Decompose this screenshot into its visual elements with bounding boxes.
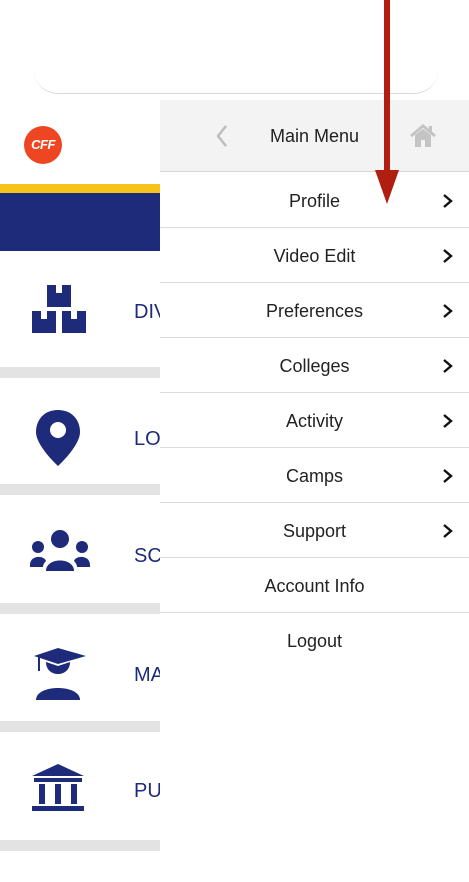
- graduate-icon: [34, 648, 86, 700]
- nav-item-ma[interactable]: MA: [0, 614, 160, 714]
- menu-item-label: Colleges: [279, 356, 350, 376]
- menu-item-label: Activity: [285, 411, 343, 431]
- nav-item-label: PUI: [134, 780, 160, 802]
- separator: [0, 367, 160, 378]
- chevron-right-icon: [443, 359, 453, 373]
- separator: [0, 840, 160, 851]
- institution-icon: [32, 764, 84, 811]
- chevron-right-icon: [443, 304, 453, 318]
- menu-header: Main Menu: [160, 100, 469, 172]
- chevron-right-icon: [443, 194, 453, 208]
- nav-item-label: DIV: [134, 301, 160, 323]
- cff-logo: CFF: [24, 126, 62, 164]
- nav-item-loc[interactable]: LOC: [0, 378, 160, 478]
- annotation-arrow-icon: [375, 0, 399, 204]
- menu-item-activity[interactable]: Activity: [160, 393, 469, 448]
- menu-item-logout[interactable]: Logout: [160, 613, 469, 668]
- menu-item-label: Logout: [286, 631, 343, 651]
- background-page: CFF DIV LOC SCH: [0, 100, 160, 882]
- separator: [0, 603, 160, 614]
- navy-banner: [0, 193, 160, 251]
- chevron-right-icon: [443, 414, 453, 428]
- users-group-icon: [30, 530, 90, 571]
- nav-item-pui[interactable]: PUI: [0, 730, 160, 830]
- boxes-icon: [32, 285, 86, 333]
- menu-item-profile[interactable]: Profile: [160, 173, 469, 228]
- chevron-right-icon: [443, 469, 453, 483]
- menu-item-label: Support: [282, 521, 347, 541]
- menu-item-label: Profile: [288, 191, 341, 211]
- separator: [0, 484, 160, 495]
- menu-item-support[interactable]: Support: [160, 503, 469, 558]
- menu-item-account-info[interactable]: Account Info: [160, 558, 469, 613]
- menu-item-preferences[interactable]: Preferences: [160, 283, 469, 338]
- menu-item-colleges[interactable]: Colleges: [160, 338, 469, 393]
- menu-item-label: Preferences: [265, 301, 364, 321]
- nav-item-label: LOC: [134, 428, 160, 450]
- logo-row: CFF: [0, 100, 160, 184]
- yellow-accent-bar: [0, 184, 160, 193]
- menu-item-label: Account Info: [264, 576, 365, 596]
- nav-item-sch[interactable]: SCH: [0, 495, 160, 595]
- nav-item-label: SCH: [134, 545, 160, 567]
- home-icon[interactable]: [408, 122, 438, 150]
- chevron-right-icon: [443, 524, 453, 538]
- chevron-right-icon: [443, 249, 453, 263]
- menu-item-video-edit[interactable]: Video Edit: [160, 228, 469, 283]
- main-menu-panel: Main Menu Profile Video Edit Preferences…: [160, 100, 469, 882]
- nav-item-div[interactable]: DIV: [0, 251, 160, 351]
- menu-item-camps[interactable]: Camps: [160, 448, 469, 503]
- location-pin-icon: [36, 410, 80, 466]
- menu-item-label: Camps: [285, 466, 343, 486]
- menu-item-label: Video Edit: [273, 246, 356, 266]
- nav-item-label: MA: [134, 664, 160, 686]
